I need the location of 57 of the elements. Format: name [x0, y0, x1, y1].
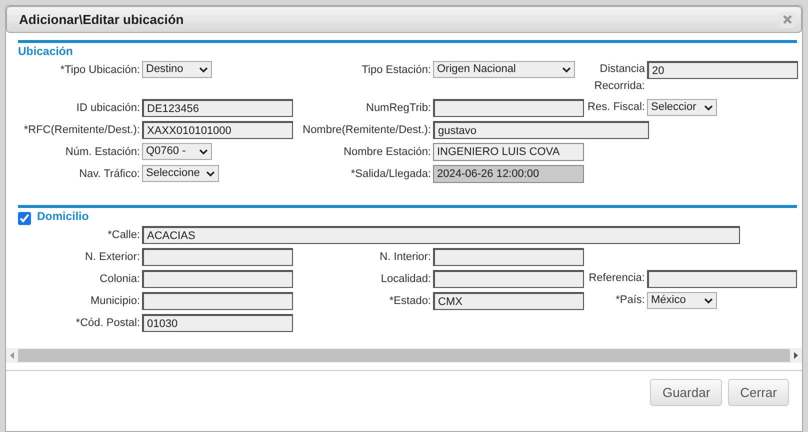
input-field[interactable]: ACACIAS [142, 226, 740, 244]
scroll-right-icon[interactable] [794, 352, 798, 359]
field-label: Localidad: [380, 272, 432, 287]
input-field[interactable]: DE123456 [142, 99, 293, 117]
input-field[interactable] [142, 292, 293, 310]
dropdown[interactable]: Seleccior [647, 99, 717, 116]
chevron-down-icon [199, 66, 208, 72]
field-label: Distancia Recorrida: [593, 62, 646, 94]
field-label: Tipo Estación: [360, 63, 432, 78]
field-label: ID ubicación: [75, 101, 141, 116]
field-label: Referencia: [588, 271, 646, 286]
chevron-down-icon [199, 148, 208, 154]
checkbox[interactable] [18, 212, 31, 224]
section-title: Domicilio [37, 210, 89, 226]
input-field[interactable]: 20 [647, 61, 798, 79]
chevron-down-icon [206, 170, 215, 176]
dialog-button[interactable]: Cerrar [728, 379, 789, 406]
chevron-down-icon [562, 66, 571, 72]
field-label: *Tipo Ubicación: [59, 63, 141, 78]
section-title: Ubicación [18, 45, 73, 60]
field-label: *RFC(Remitente/Dest.): [22, 123, 141, 138]
field-label: N. Interior: [378, 250, 432, 265]
field-label: NumRegTrib: [365, 101, 432, 116]
field-label: *Calle: [106, 228, 141, 243]
input-field[interactable]: XAXX010101000 [142, 121, 293, 139]
dropdown[interactable]: México [647, 292, 717, 309]
field-label: *País: [614, 293, 646, 308]
dropdown[interactable]: Seleccione [142, 165, 219, 182]
dropdown[interactable]: Q0760 - [142, 143, 212, 160]
input-field[interactable]: CMX [433, 292, 584, 310]
input-field[interactable] [142, 248, 293, 266]
field-label: *Estado: [388, 294, 432, 309]
field-label: Res. Fiscal: [586, 100, 646, 115]
field-label: Nav. Tráfico: [78, 167, 141, 182]
input-field[interactable]: gustavo [433, 121, 649, 139]
input-field[interactable]: 01030 [142, 314, 293, 332]
input-field[interactable]: INGENIERO LUIS COVA [433, 143, 584, 161]
input-field[interactable] [647, 270, 797, 288]
field-label: Núm. Estación: [64, 145, 141, 160]
field-label: *Salida/Llegada: [350, 167, 432, 182]
dialog-title: Adicionar\Editar ubicación [19, 10, 184, 29]
dropdown[interactable]: Origen Nacional [433, 61, 575, 78]
input-field[interactable] [433, 270, 584, 288]
input-field[interactable] [433, 248, 584, 266]
input-field[interactable] [142, 270, 293, 288]
dialog-button[interactable]: Guardar [650, 379, 722, 406]
field-label: Nombre(Remitente/Dest.): [302, 123, 432, 138]
field-label: N. Exterior: [84, 250, 141, 265]
chevron-down-icon [704, 298, 713, 304]
field-label: *Cód. Postal: [74, 316, 141, 331]
close-icon [782, 15, 792, 24]
field-label: Municipio: [89, 294, 141, 309]
dropdown[interactable]: Destino [142, 61, 212, 78]
field-label: Nombre Estación: [342, 145, 432, 160]
input-field[interactable] [433, 99, 584, 117]
chevron-down-icon [704, 104, 713, 110]
field-label: Colonia: [98, 272, 141, 287]
